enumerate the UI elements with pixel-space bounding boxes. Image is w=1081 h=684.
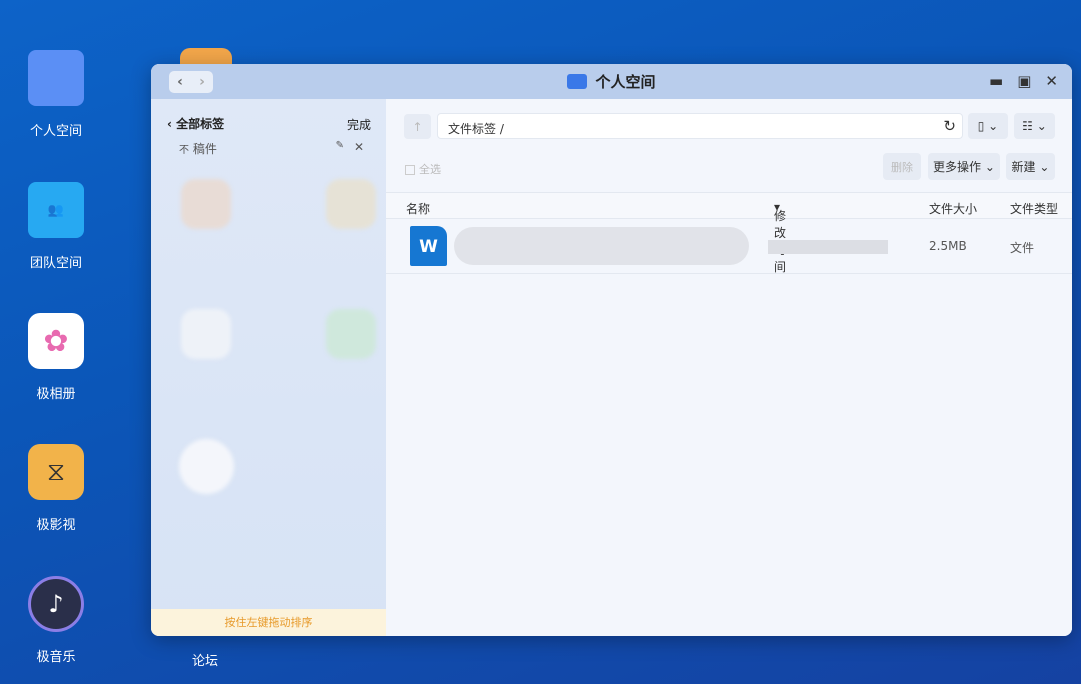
desktop-icon-team[interactable]: 👥 团队空间: [6, 182, 106, 271]
back-button[interactable]: ‹: [169, 71, 191, 93]
minimize-button[interactable]: ▬: [989, 72, 1003, 90]
path-input[interactable]: 文件标签 / ↻: [437, 113, 963, 139]
delete-button[interactable]: 删除: [883, 153, 921, 180]
desktop-icon-music[interactable]: ♪ 极音乐: [6, 576, 106, 665]
new-button[interactable]: 新建 ⌄: [1006, 153, 1055, 180]
music-icon: ♪: [28, 576, 84, 632]
up-button[interactable]: ↑: [404, 114, 431, 139]
desktop-icon-video[interactable]: ⧖ 极影视: [6, 444, 106, 533]
maximize-button[interactable]: ▣: [1017, 72, 1031, 90]
tag-item[interactable]: 不 稿件 ✎ ✕: [179, 140, 364, 157]
title-bar: ‹ › 个人空间 ▬ ▣ ✕: [151, 64, 1072, 99]
desktop-icon-photos[interactable]: ✿ 极相册: [6, 313, 106, 402]
view-mode-dropdown[interactable]: ☷ ⌄: [1014, 113, 1055, 139]
column-modified[interactable]: 修改时间▾: [774, 200, 786, 274]
refresh-icon[interactable]: ↻: [943, 117, 956, 135]
tag-sidebar: ‹ 全部标签 完成 不 稿件 ✎ ✕ 按住左键拖动排序: [151, 99, 386, 636]
video-icon: ⧖: [28, 444, 84, 500]
file-type: 文件: [1010, 241, 1035, 255]
window-title: 个人空间: [595, 73, 656, 91]
close-button[interactable]: ✕: [1045, 72, 1058, 90]
redacted-filename: [454, 227, 749, 265]
sort-dropdown[interactable]: ▯ ⌄: [968, 113, 1008, 139]
word-file-icon: W: [410, 226, 447, 266]
redacted-modified-time: [768, 240, 888, 254]
forward-button[interactable]: ›: [191, 71, 213, 93]
drag-sort-hint: 按住左键拖动排序: [151, 609, 386, 636]
team-folder-icon: 👥: [28, 182, 84, 238]
all-tags-back[interactable]: ‹ 全部标签: [167, 115, 224, 132]
file-size: 2.5MB: [929, 239, 967, 253]
more-actions-button[interactable]: 更多操作 ⌄: [928, 153, 1000, 180]
column-size[interactable]: 文件大小: [929, 200, 977, 217]
folder-icon: [28, 50, 84, 106]
select-all-checkbox[interactable]: 全选: [405, 161, 441, 177]
done-button[interactable]: 完成: [347, 116, 371, 133]
table-header: 名称 修改时间▾ 文件大小 文件类型: [386, 192, 1072, 274]
file-manager-window: ‹ › 个人空间 ▬ ▣ ✕ ‹ 全部标签 完成 不 稿件 ✎ ✕ 按住左键拖动排序 …: [151, 64, 1072, 636]
delete-tag-icon[interactable]: ✕: [354, 140, 364, 154]
desktop-icon-personal[interactable]: 个人空间: [6, 50, 106, 139]
table-row[interactable]: W 2.5MB 文件: [386, 219, 1072, 274]
file-list-pane: ↑ 文件标签 / ↻ ▯ ⌄ ☷ ⌄ 全选 删除 更多操作 ⌄ 新建 ⌄ 名称 修…: [386, 99, 1072, 636]
column-type[interactable]: 文件类型: [1010, 200, 1058, 217]
photos-icon: ✿: [28, 313, 84, 369]
column-name[interactable]: 名称: [406, 200, 430, 217]
pin-icon: 不: [179, 145, 189, 156]
edit-icon[interactable]: ✎: [336, 140, 344, 151]
folder-icon: [567, 74, 588, 89]
desktop-icon-forum[interactable]: 论坛: [155, 650, 255, 669]
